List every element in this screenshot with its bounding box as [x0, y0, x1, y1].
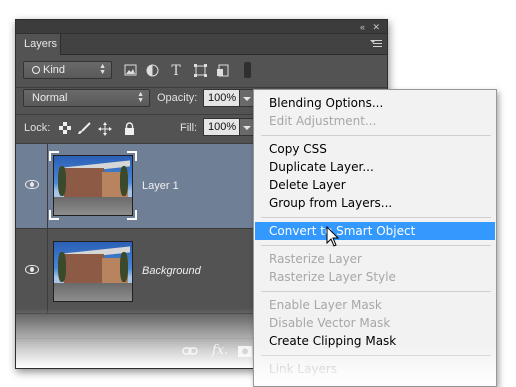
opacity-input[interactable]: 100% — [203, 89, 240, 107]
type-filter-icon[interactable]: T — [169, 64, 183, 78]
filter-toggle-icon[interactable] — [244, 62, 251, 78]
adjustment-filter-icon[interactable] — [145, 64, 159, 78]
opacity-label: Opacity: — [157, 92, 198, 104]
filter-row: Kind ▲ ▼ T — [16, 55, 387, 87]
visibility-eye-icon[interactable] — [25, 265, 39, 274]
layer-name[interactable]: Background — [142, 265, 201, 277]
menu-item-enable-layer-mask[interactable]: Enable Layer Mask — [255, 296, 495, 314]
link-icon[interactable] — [182, 345, 198, 359]
menu-item-edit-adjustment[interactable]: Edit Adjustment... — [255, 112, 495, 130]
panel-menu-icon[interactable] — [370, 38, 382, 50]
shape-filter-icon[interactable] — [193, 64, 207, 78]
thumbnail-selection-frame — [49, 151, 137, 220]
opacity-dropdown-button[interactable] — [240, 89, 254, 107]
mask-icon[interactable] — [238, 346, 252, 360]
menu-item-copy-css[interactable]: Copy CSS — [255, 140, 495, 158]
menu-item-group-from-layers[interactable]: Group from Layers... — [255, 194, 495, 212]
mouse-cursor-icon — [326, 226, 340, 247]
lock-label: Lock: — [24, 122, 51, 134]
stepper-arrows-icon: ▲ ▼ — [99, 63, 106, 76]
menu-item-blending-options[interactable]: Blending Options... — [255, 94, 495, 112]
visibility-column — [16, 229, 48, 313]
menu-separator — [261, 135, 491, 136]
tab-layers[interactable]: Layers — [16, 34, 61, 55]
collapse-panel-icon[interactable]: « — [360, 21, 365, 33]
fx-icon[interactable]: fx. — [212, 343, 228, 358]
menu-item-rasterize-layer[interactable]: Rasterize Layer — [255, 250, 495, 268]
lock-transparent-icon[interactable] — [58, 122, 72, 136]
fill-input[interactable]: 100% — [203, 118, 240, 136]
menu-item-delete-layer[interactable]: Delete Layer — [255, 176, 495, 194]
close-panel-icon[interactable]: ✕ — [372, 21, 380, 33]
menu-item-convert-to-smart-object[interactable]: Convert to Smart Object — [255, 222, 495, 240]
lock-all-icon[interactable] — [122, 122, 136, 136]
menu-separator — [261, 245, 491, 246]
filter-kind-label: Kind — [43, 64, 66, 76]
smart-object-filter-icon[interactable] — [215, 64, 229, 78]
menu-item-disable-vector-mask[interactable]: Disable Vector Mask — [255, 314, 495, 332]
image-filter-icon[interactable] — [123, 64, 137, 78]
layer-thumbnail — [53, 241, 133, 302]
fill-label: Fill: — [180, 122, 198, 134]
lock-paint-icon[interactable] — [77, 122, 91, 136]
menu-item-create-clipping-mask[interactable]: Create Clipping Mask — [255, 332, 495, 350]
search-icon — [32, 66, 40, 74]
stepper-arrows-icon: ▲ ▼ — [137, 91, 144, 104]
fill-dropdown-button[interactable] — [240, 118, 254, 136]
lock-position-icon[interactable] — [98, 122, 112, 136]
filter-kind-select[interactable]: Kind ▲ ▼ — [23, 61, 112, 79]
blend-mode-select[interactable]: Normal ▲ ▼ — [23, 89, 150, 107]
menu-separator — [261, 217, 491, 218]
panel-tab-row: Layers — [16, 34, 387, 55]
menu-separator — [261, 355, 491, 356]
layer-name[interactable]: Layer 1 — [142, 180, 179, 192]
menu-item-rasterize-layer-style[interactable]: Rasterize Layer Style — [255, 268, 495, 286]
menu-item-duplicate-layer[interactable]: Duplicate Layer... — [255, 158, 495, 176]
layer-context-menu: Blending Options... Edit Adjustment... C… — [253, 89, 497, 387]
menu-separator — [261, 291, 491, 292]
menu-item-link-layers[interactable]: Link Layers — [255, 360, 495, 378]
blend-mode-value: Normal — [32, 92, 68, 104]
visibility-column — [16, 144, 48, 228]
visibility-eye-icon[interactable] — [25, 180, 39, 189]
panel-titlebar: « ✕ — [16, 20, 387, 34]
